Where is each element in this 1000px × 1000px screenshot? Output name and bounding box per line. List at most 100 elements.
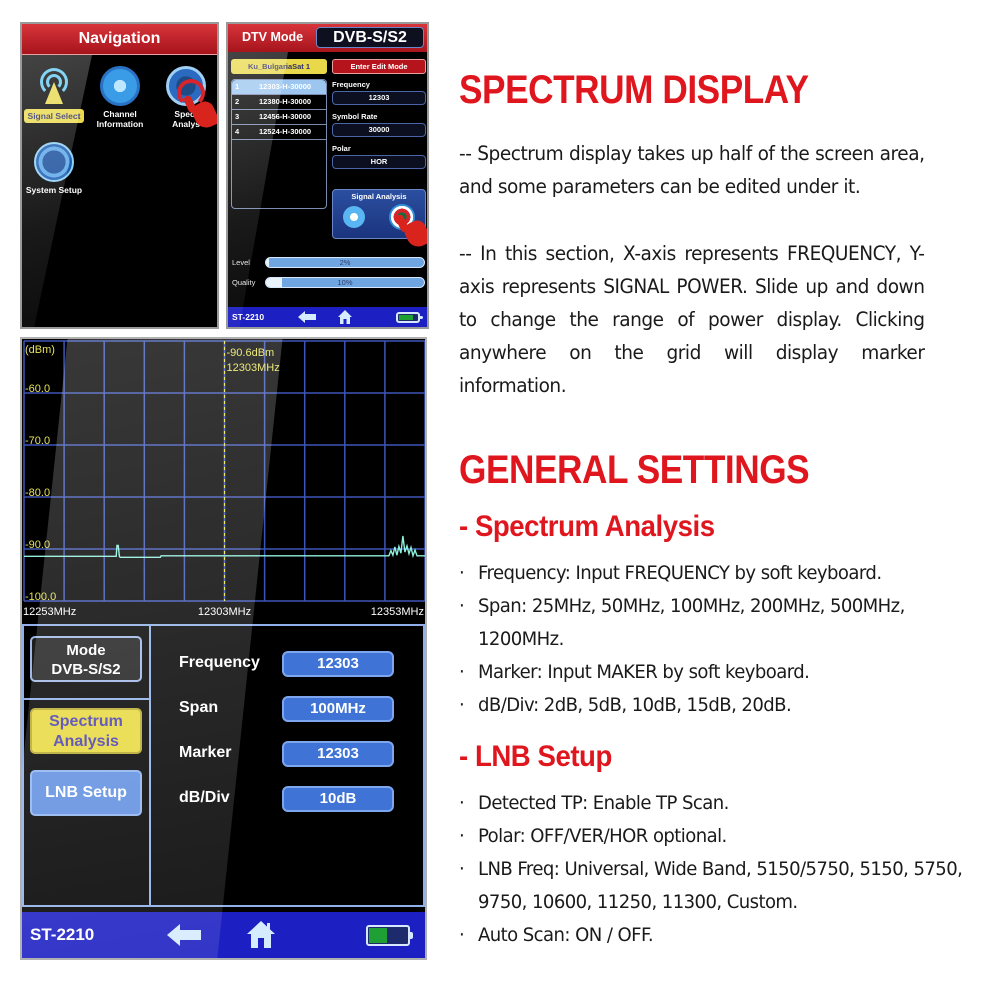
transponder-row[interactable]: 4 12524-H-30000 [232,125,326,140]
mode-value: DVB-S/S2 [51,661,121,678]
enter-edit-mode-button[interactable]: Enter Edit Mode [332,59,426,74]
list-item: · Detected TP: Enable TP Scan. [459,787,963,820]
nav-label-channel-information: Channel Information [88,109,152,129]
button-label-line: Analysis [53,733,119,750]
y-tick-label: -90.0 [25,539,50,551]
options-icon [34,142,74,182]
bullet-icon: · [459,858,465,880]
mode-display[interactable]: Mode DVB-S/S2 [30,636,142,682]
frequency-field[interactable]: 12303 [332,91,426,105]
transponder-value: 12524-H-30000 [258,127,312,136]
y-tick-label: -60.0 [25,383,50,395]
back-arrow-icon[interactable] [167,924,201,946]
nav-label-system-setup: System Setup [25,185,83,195]
subsection-title-spectrum-analysis: - Spectrum Analysis [459,510,715,543]
spectrum-analysis-list: · Frequency: Input FREQUENCY by soft keyb… [459,557,963,722]
symbol-rate-field[interactable]: 30000 [332,123,426,137]
marker-level-text: -90.6dBm [227,347,275,359]
spectrum-analysis-button[interactable]: Spectrum Analysis [30,708,142,754]
lnb-setup-button[interactable]: LNB Setup [30,770,142,816]
level-bar: 2% [265,257,425,268]
status-bar: ST-2210 [22,912,425,958]
spectrum-screen: -60.0 -70.0 -80.0 -90.0 -100.0 12253MHz 12303… [20,337,427,960]
nav-item-system-setup[interactable]: System Setup [22,142,86,195]
db-div-label: dB/Div [179,789,230,806]
list-item: · Frequency: Input FREQUENCY by soft keyb… [459,557,963,590]
quality-value: 10% [337,278,353,287]
x-tick-label: 12353MHz [371,606,424,618]
signal-analysis-label: Signal Analysis [351,192,407,201]
x-tick-label: 12303MHz [198,606,251,618]
transponder-value: 12456-H-30000 [258,112,312,121]
bullet-icon: · [459,792,465,814]
nav-item-signal-select[interactable]: Signal Select [22,66,86,123]
navigation-screen: Navigation Signal Select Channel Informa… [20,22,219,329]
list-item: · Polar: OFF/VER/HOR optional. [459,820,963,853]
navigation-title: Navigation [22,24,217,55]
back-arrow-icon[interactable] [298,311,316,323]
marker-label: Marker [179,744,232,761]
frequency-label: Frequency [179,654,260,671]
section-title-general-settings: GENERAL SETTINGS [459,448,810,492]
lnb-setup-list: · Detected TP: Enable TP Scan. · Polar: OFF… [459,787,963,952]
chart-background [22,339,425,624]
settings-area: Mode DVB-S/S2 Spectrum Analysis LNB Setu… [22,624,425,907]
paragraph: -- In this section, X-axis represents FR… [459,242,925,397]
bullet-icon: · [459,924,465,946]
polar-field[interactable]: HOR [332,155,426,169]
home-icon[interactable] [247,921,275,948]
list-item-text: Span: 25MHz, 50MHz, 100MHz, 200MHz, 500M… [478,595,905,650]
dtv-mode-screen: DTV Mode DVB-S/S2 Ku_BulgariaSat 1 Enter… [226,22,429,329]
y-tick-label: -70.0 [25,435,50,447]
list-item-text: dB/Div: 2dB, 5dB, 10dB, 15dB, 20dB. [478,694,792,716]
level-value: 2% [339,258,351,267]
db-div-field[interactable]: 10dB [282,786,394,812]
antenna-icon [34,66,74,106]
nav-label-line: Channel [103,109,137,119]
satellite-select-button[interactable]: Ku_BulgariaSat 1 [231,59,327,74]
status-bar: ST-2210 [228,307,427,327]
paragraph: -- Spectrum display takes up half of the… [459,142,925,198]
gear-icon[interactable] [343,206,365,228]
dtv-mode-value[interactable]: DVB-S/S2 [316,27,424,48]
y-tick-label: -80.0 [25,487,50,499]
list-item-text: Frequency: Input FREQUENCY by soft keybo… [478,562,882,584]
y-tick-label: -100.0 [25,591,56,603]
divider [24,698,150,700]
transponder-number: 1 [235,82,240,91]
home-icon[interactable] [338,310,352,324]
nav-label-line: Information [96,119,144,129]
button-label-line: Spectrum [49,713,123,730]
list-item: · Span: 25MHz, 50MHz, 100MHz, 200MHz, 500… [459,590,963,656]
list-item-text: Polar: OFF/VER/HOR optional. [478,825,727,847]
transponder-value: 12380-H-30000 [258,97,312,106]
divider [149,626,151,905]
model-label: ST-2210 [232,312,265,322]
transponder-number: 4 [235,127,240,136]
quality-label: Quality [232,278,256,287]
transponder-value: 12303-H-30000 [258,82,312,91]
list-item-text: Marker: Input MAKER by soft keyboard. [478,661,810,683]
bullet-icon: · [459,595,465,617]
transponder-row[interactable]: 2 12380-H-30000 [232,95,326,110]
section-title-spectrum-display: SPECTRUM DISPLAY [459,68,809,112]
battery-icon [396,312,423,323]
model-label: ST-2210 [30,925,95,944]
bullet-icon: · [459,825,465,847]
transponder-row[interactable]: 1 12303-H-30000 [232,80,326,95]
gear-icon [100,66,140,106]
transponder-number: 3 [235,112,240,121]
transponder-row[interactable]: 3 12456-H-30000 [232,110,326,125]
frequency-field[interactable]: 12303 [282,651,394,677]
span-field[interactable]: 100MHz [282,696,394,722]
list-item: · Marker: Input MAKER by soft keyboard. [459,656,963,689]
chart-grid [22,339,425,624]
list-item-text: LNB Freq: Universal, Wide Band, 5150/575… [478,858,963,913]
spectrum-chart[interactable]: -60.0 -70.0 -80.0 -90.0 -100.0 12253MHz 12303… [22,339,425,624]
marker-field[interactable]: 12303 [282,741,394,767]
transponder-list: 1 12303-H-30000 2 12380-H-30000 3 12456-… [231,79,327,209]
marker-frequency-text: 12303MHz [227,362,280,374]
list-item-text: Detected TP: Enable TP Scan. [478,792,729,814]
nav-item-channel-information[interactable]: Channel Information [88,66,152,129]
list-item: · Auto Scan: ON / OFF. [459,919,963,952]
